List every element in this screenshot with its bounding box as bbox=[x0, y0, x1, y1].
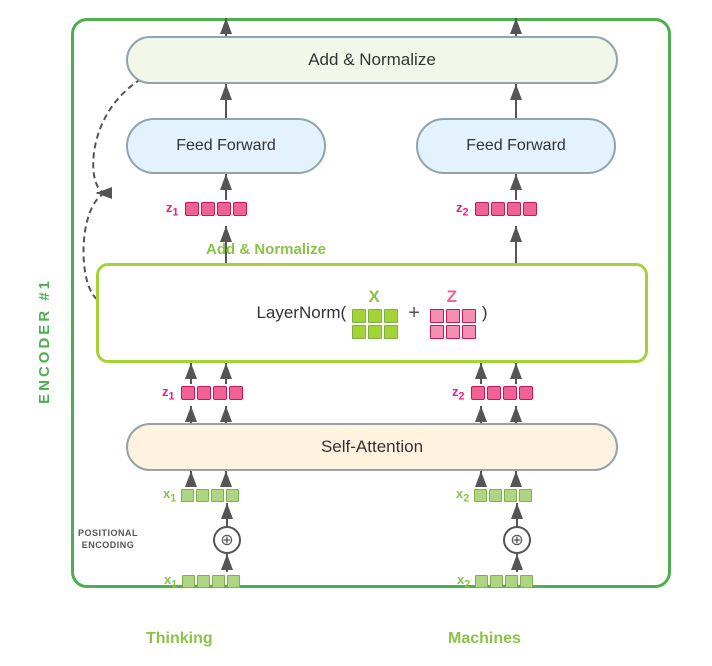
x1-in-block-1 bbox=[181, 489, 194, 502]
z2-blocks-mid: z2 bbox=[452, 384, 533, 403]
z2-mid-block-2 bbox=[487, 386, 501, 400]
x-label-layernorm: X bbox=[369, 287, 380, 307]
x2-in-block-3 bbox=[504, 489, 517, 502]
feed-forward-left-label: Feed Forward bbox=[176, 137, 276, 155]
x2-bot-block-4 bbox=[520, 575, 533, 588]
add-norm-top-label: Add & Normalize bbox=[308, 50, 436, 70]
x1-in-block-4 bbox=[226, 489, 239, 502]
x1-bot-block-3 bbox=[212, 575, 225, 588]
x2-input-blocks: x2 bbox=[456, 486, 532, 505]
word-machines: Machines bbox=[448, 630, 521, 648]
z2-mid-block-4 bbox=[519, 386, 533, 400]
z2-block-2 bbox=[491, 202, 505, 216]
x1-bot-block-1 bbox=[182, 575, 195, 588]
self-attention-box: Self-Attention bbox=[126, 423, 618, 471]
add-norm-top: Add & Normalize bbox=[126, 36, 618, 84]
z2-mid-block-1 bbox=[471, 386, 485, 400]
x1-input-blocks: x1 bbox=[163, 486, 239, 505]
z1-blocks-top: z1 bbox=[166, 200, 247, 219]
z2-mid-block-3 bbox=[503, 386, 517, 400]
self-attention-label: Self-Attention bbox=[321, 437, 423, 457]
encoder-label: ENCODER #1 bbox=[36, 278, 53, 404]
x2-input-label: x2 bbox=[456, 486, 469, 505]
layernorm-close: ) bbox=[482, 303, 488, 323]
z2-block-3 bbox=[507, 202, 521, 216]
x2-in-block-1 bbox=[474, 489, 487, 502]
x2-bottom-blocks: x2 bbox=[457, 572, 533, 591]
z2-label-top: z2 bbox=[456, 200, 469, 219]
feed-forward-right: Feed Forward bbox=[416, 118, 616, 174]
feed-forward-right-label: Feed Forward bbox=[466, 137, 566, 155]
z1-block-1 bbox=[185, 202, 199, 216]
z1-mid-block-2 bbox=[197, 386, 211, 400]
layernorm-box: LayerNorm( X + Z ) bbox=[96, 263, 648, 363]
z2-block-1 bbox=[475, 202, 489, 216]
layernorm-text: LayerNorm( bbox=[256, 303, 346, 323]
x1-input-label: x1 bbox=[163, 486, 176, 505]
word-thinking: Thinking bbox=[146, 630, 213, 648]
x1-bot-label: x1 bbox=[164, 572, 177, 591]
feed-forward-left: Feed Forward bbox=[126, 118, 326, 174]
z1-blocks-mid: z1 bbox=[162, 384, 243, 403]
z1-block-4 bbox=[233, 202, 247, 216]
x-grid-layernorm bbox=[352, 309, 398, 339]
z2-block-4 bbox=[523, 202, 537, 216]
x1-bot-block-2 bbox=[197, 575, 210, 588]
z-label-layernorm: Z bbox=[447, 287, 457, 307]
positional-encoding-label: POSITIONALENCODING bbox=[78, 528, 138, 551]
z1-label-top: z1 bbox=[166, 200, 179, 219]
z1-label-mid: z1 bbox=[162, 384, 175, 403]
z-grid-layernorm bbox=[430, 309, 476, 339]
x2-in-block-2 bbox=[489, 489, 502, 502]
x2-bot-block-2 bbox=[490, 575, 503, 588]
z1-block-2 bbox=[201, 202, 215, 216]
x1-bot-block-4 bbox=[227, 575, 240, 588]
pos-enc-circle-right: ⊕ bbox=[503, 526, 531, 554]
z1-mid-block-1 bbox=[181, 386, 195, 400]
z2-label-mid: z2 bbox=[452, 384, 465, 403]
x1-in-block-3 bbox=[211, 489, 224, 502]
z1-block-3 bbox=[217, 202, 231, 216]
x2-bot-block-1 bbox=[475, 575, 488, 588]
z2-blocks-top: z2 bbox=[456, 200, 537, 219]
x1-in-block-2 bbox=[196, 489, 209, 502]
x2-in-block-4 bbox=[519, 489, 532, 502]
x1-bottom-blocks: x1 bbox=[164, 572, 240, 591]
z1-mid-block-4 bbox=[229, 386, 243, 400]
add-norm-middle: Add & Normalize bbox=[206, 241, 326, 258]
plus-sign-layernorm: + bbox=[408, 302, 420, 325]
x2-bot-block-3 bbox=[505, 575, 518, 588]
pos-enc-circle-left: ⊕ bbox=[213, 526, 241, 554]
z1-mid-block-3 bbox=[213, 386, 227, 400]
x2-bot-label: x2 bbox=[457, 572, 470, 591]
